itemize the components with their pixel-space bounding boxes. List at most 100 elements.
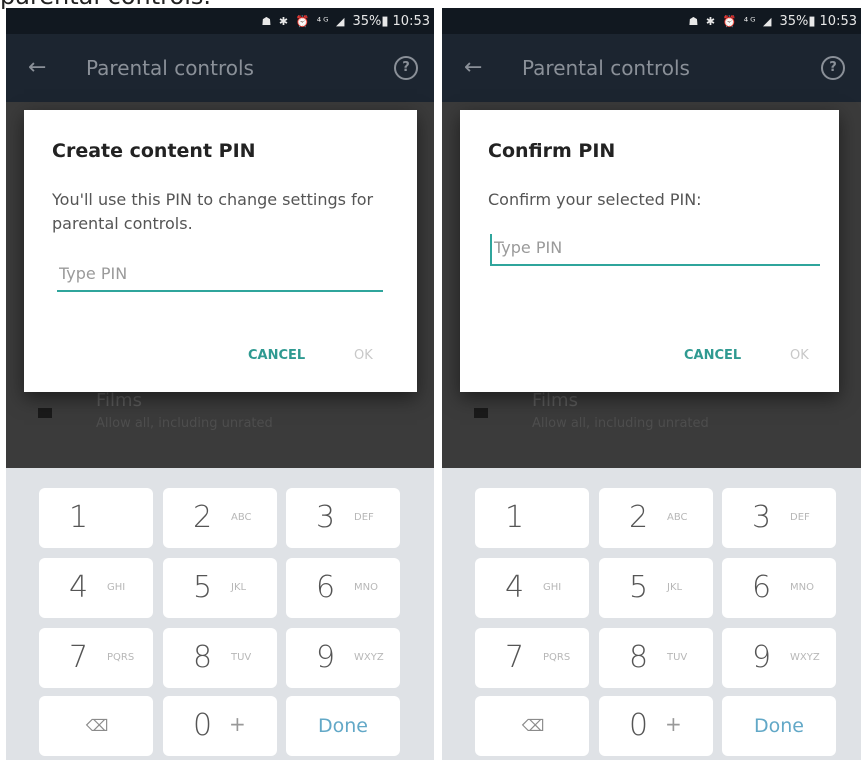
key-0[interactable]: 0 +	[599, 696, 713, 756]
list-item-subtitle: Allow all, including unrated	[532, 416, 709, 431]
status-time: 10:53	[819, 13, 857, 29]
key-letters: ABC	[231, 512, 252, 523]
dialog-message: You'll use this PIN to change settings f…	[52, 190, 374, 233]
key-letters: GHI	[107, 582, 126, 593]
key-digit: 0	[193, 708, 213, 743]
key-digit: 2	[629, 500, 649, 535]
key-digit: 5	[193, 570, 213, 605]
key-digit: 6	[752, 570, 772, 605]
dialog-title: Create content PIN	[52, 140, 256, 162]
key-digit: 3	[316, 500, 336, 535]
key-8[interactable]: 8 TUV	[163, 628, 277, 688]
key-letters: TUV	[667, 652, 688, 663]
key-letters: MNO	[354, 582, 378, 593]
dialog-title: Confirm PIN	[488, 140, 616, 162]
key-digit: 6	[316, 570, 336, 605]
cancel-button[interactable]: CANCEL	[684, 348, 741, 363]
backspace-key[interactable]: ⌫	[475, 696, 589, 756]
film-icon	[474, 408, 488, 418]
cancel-button[interactable]: CANCEL	[248, 348, 305, 363]
key-1[interactable]: 1	[475, 488, 589, 548]
key-digit: 9	[316, 640, 336, 675]
app-bar: ← Parental controls ?	[442, 34, 861, 102]
arrow-left-icon[interactable]: ←	[28, 56, 52, 80]
status-icons: ☗ ✱ ⏰ ⁴ᴳ ◢	[261, 14, 347, 28]
key-digit: 7	[505, 640, 525, 675]
pin-input[interactable]	[490, 234, 820, 266]
key-plus: +	[665, 712, 682, 736]
dialog-message: Confirm your selected PIN:	[488, 190, 702, 209]
key-digit: 1	[69, 500, 89, 535]
arrow-left-icon[interactable]: ←	[464, 56, 488, 80]
key-digit: 1	[505, 500, 525, 535]
backspace-key[interactable]: ⌫	[39, 696, 153, 756]
numeric-keypad: 1 2 ABC 3 DEF 4 GHI 5 JKL 6 MNO 7 PQRS 8 TUV 9 W…	[6, 468, 434, 760]
list-item-films: Films Allow all, including unrated	[442, 388, 861, 448]
key-4[interactable]: 4 GHI	[475, 558, 589, 618]
ok-button[interactable]: OK	[354, 348, 373, 363]
key-letters: MNO	[790, 582, 814, 593]
phone-screen-confirm-pin: ☗ ✱ ⏰ ⁴ᴳ ◢ 35%▮ 10:53 ← Parental control…	[442, 8, 861, 760]
key-0[interactable]: 0 +	[163, 696, 277, 756]
status-bar: ☗ ✱ ⏰ ⁴ᴳ ◢ 35%▮ 10:53	[6, 8, 434, 34]
done-button[interactable]: Done	[286, 696, 400, 756]
confirm-pin-dialog: Confirm PIN Confirm your selected PIN: C…	[460, 110, 839, 392]
key-letters: TUV	[231, 652, 252, 663]
status-bar: ☗ ✱ ⏰ ⁴ᴳ ◢ 35%▮ 10:53	[442, 8, 861, 34]
key-7[interactable]: 7 PQRS	[475, 628, 589, 688]
key-digit: 5	[629, 570, 649, 605]
done-button[interactable]: Done	[722, 696, 836, 756]
key-letters: PQRS	[543, 652, 571, 663]
key-2[interactable]: 2 ABC	[599, 488, 713, 548]
app-bar-title: Parental controls	[522, 56, 690, 80]
key-letters: JKL	[667, 582, 683, 593]
key-2[interactable]: 2 ABC	[163, 488, 277, 548]
key-letters: ABC	[667, 512, 688, 523]
key-7[interactable]: 7 PQRS	[39, 628, 153, 688]
key-letters: WXYZ	[790, 652, 820, 663]
key-1[interactable]: 1	[39, 488, 153, 548]
status-icons: ☗ ✱ ⏰ ⁴ᴳ ◢	[688, 14, 774, 28]
numeric-keypad: 1 2 ABC 3 DEF 4 GHI 5 JKL 6 MNO 7 PQRS 8 TUV 9 W…	[442, 468, 861, 760]
key-digit: 9	[752, 640, 772, 675]
key-3[interactable]: 3 DEF	[722, 488, 836, 548]
page-caption: parental controls.	[0, 0, 400, 8]
key-letters: DEF	[790, 512, 810, 523]
key-5[interactable]: 5 JKL	[163, 558, 277, 618]
phone-screen-create-pin: ☗ ✱ ⏰ ⁴ᴳ ◢ 35%▮ 10:53 ← Parental control…	[6, 8, 434, 760]
key-6[interactable]: 6 MNO	[286, 558, 400, 618]
key-letters: GHI	[543, 582, 562, 593]
help-circle-icon[interactable]: ?	[821, 56, 845, 80]
create-pin-dialog: Create content PIN You'll use this PIN t…	[24, 110, 417, 392]
backspace-icon: ⌫	[85, 716, 109, 735]
key-digit: 0	[629, 708, 649, 743]
pin-input[interactable]	[57, 260, 383, 292]
backspace-icon: ⌫	[521, 716, 545, 735]
list-item-films: Films Allow all, including unrated	[6, 388, 434, 448]
app-bar: ← Parental controls ?	[6, 34, 434, 102]
key-6[interactable]: 6 MNO	[722, 558, 836, 618]
list-item-title: Films	[96, 390, 142, 411]
key-9[interactable]: 9 WXYZ	[286, 628, 400, 688]
key-letters: JKL	[231, 582, 247, 593]
battery-indicator: 35%▮	[779, 13, 816, 29]
key-digit: 8	[629, 640, 649, 675]
status-time: 10:53	[392, 13, 430, 29]
key-digit: 3	[752, 500, 772, 535]
film-icon	[38, 408, 52, 418]
key-digit: 4	[505, 570, 525, 605]
help-circle-icon[interactable]: ?	[394, 56, 418, 80]
key-letters: PQRS	[107, 652, 135, 663]
list-item-title: Films	[532, 390, 578, 411]
key-digit: 4	[69, 570, 89, 605]
key-5[interactable]: 5 JKL	[599, 558, 713, 618]
ok-button[interactable]: OK	[790, 348, 809, 363]
key-3[interactable]: 3 DEF	[286, 488, 400, 548]
app-bar-title: Parental controls	[86, 56, 254, 80]
key-digit: 7	[69, 640, 89, 675]
key-digit: 8	[193, 640, 213, 675]
key-9[interactable]: 9 WXYZ	[722, 628, 836, 688]
key-4[interactable]: 4 GHI	[39, 558, 153, 618]
key-letters: DEF	[354, 512, 374, 523]
key-8[interactable]: 8 TUV	[599, 628, 713, 688]
